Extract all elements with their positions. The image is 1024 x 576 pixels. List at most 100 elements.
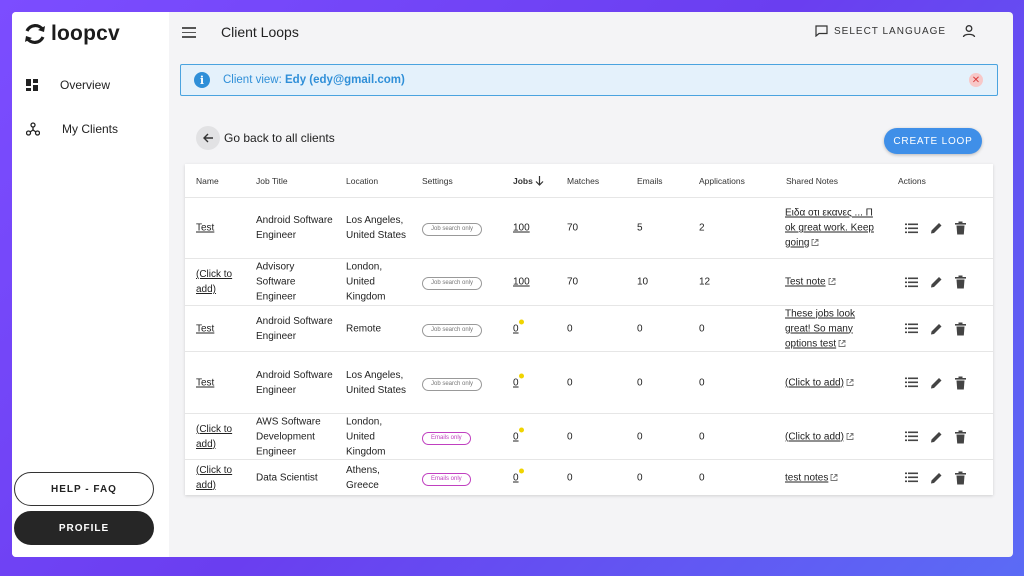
header-matches[interactable]: Matches <box>567 176 599 186</box>
profile-button[interactable]: PROFILE <box>14 511 154 545</box>
settings-tag: Job search only <box>422 377 483 391</box>
header-name[interactable]: Name <box>196 176 219 186</box>
row-actions <box>905 322 978 335</box>
header-location[interactable]: Location <box>346 176 378 186</box>
jobs-count[interactable]: 0 <box>513 472 519 483</box>
close-icon[interactable]: ✕ <box>969 73 983 87</box>
sidebar-item-overview[interactable]: Overview <box>26 78 110 92</box>
shared-note-link[interactable]: (Click to add) <box>785 377 844 388</box>
row-actions <box>905 430 978 443</box>
jobs-count[interactable]: 0 <box>513 431 519 442</box>
row-jobs[interactable]: 100 <box>513 275 530 290</box>
row-applications: 12 <box>699 276 711 288</box>
table-row: Test Android Software Engineer Los Angel… <box>185 198 993 259</box>
dashboard-icon <box>26 79 38 91</box>
row-shared-notes[interactable]: test notes <box>785 470 881 485</box>
row-jobs[interactable]: 0 <box>513 427 524 444</box>
list-icon[interactable] <box>905 431 918 442</box>
client-loops-table: Name Job Title Location Settings Jobs Ma… <box>185 164 993 495</box>
sidebar: loopcv Overview My Clients HELP - FAQ PR… <box>12 12 169 557</box>
row-shared-notes[interactable]: (Click to add) <box>785 429 881 444</box>
select-language-button[interactable]: SELECT LANGUAGE <box>815 25 946 37</box>
row-matches: 0 <box>567 377 573 388</box>
row-location: Remote <box>346 323 382 334</box>
user-icon[interactable] <box>962 24 976 43</box>
row-jobs[interactable]: 0 <box>513 373 524 390</box>
list-icon[interactable] <box>905 472 918 483</box>
row-settings: Job search only <box>422 220 483 236</box>
list-icon[interactable] <box>905 323 918 334</box>
pending-dot-icon <box>518 373 524 378</box>
header-settings[interactable]: Settings <box>422 176 453 186</box>
row-applications: 0 <box>699 472 705 483</box>
row-applications: 0 <box>699 431 705 442</box>
create-loop-button[interactable]: CREATE LOOP <box>884 128 982 154</box>
shared-note-link[interactable]: (Click to add) <box>785 431 844 442</box>
sidebar-item-my-clients[interactable]: My Clients <box>26 122 118 136</box>
row-name[interactable]: Test <box>196 375 248 390</box>
delete-icon[interactable] <box>955 322 966 335</box>
table-header: Name Job Title Location Settings Jobs Ma… <box>185 164 993 198</box>
row-name[interactable]: Test <box>196 321 248 336</box>
edit-icon[interactable] <box>930 471 943 484</box>
row-location: Los Angeles, United States <box>346 369 407 396</box>
shared-note-link[interactable]: Ειδα οτι εκανες ... Π ok great work. Kee… <box>785 208 874 249</box>
row-jobs[interactable]: 0 <box>513 468 524 485</box>
row-shared-notes[interactable]: These jobs look great! So many options t… <box>785 306 881 351</box>
edit-icon[interactable] <box>930 322 943 335</box>
table-row: Test Android Software Engineer Remote Jo… <box>185 306 993 352</box>
row-jobs[interactable]: 0 <box>513 319 524 336</box>
help-faq-button[interactable]: HELP - FAQ <box>14 472 154 506</box>
delete-icon[interactable] <box>955 471 966 484</box>
back-to-clients-link[interactable]: Go back to all clients <box>196 126 335 150</box>
header-emails[interactable]: Emails <box>637 176 663 186</box>
header-applications[interactable]: Applications <box>699 176 745 186</box>
edit-icon[interactable] <box>930 276 943 289</box>
delete-icon[interactable] <box>955 376 966 389</box>
row-matches: 70 <box>567 276 579 288</box>
row-applications: 0 <box>699 323 705 334</box>
settings-tag: Emails only <box>422 431 471 445</box>
edit-icon[interactable] <box>930 222 943 235</box>
table-row: (Click to add) AWS Software Development … <box>185 414 993 460</box>
shared-note-link[interactable]: test notes <box>785 472 828 483</box>
row-location: Athens, Greece <box>346 464 380 491</box>
menu-icon[interactable] <box>182 27 196 41</box>
row-name[interactable]: (Click to add) <box>196 267 248 297</box>
jobs-count[interactable]: 0 <box>513 323 519 334</box>
header-jobs-sort[interactable]: Jobs <box>513 176 544 186</box>
row-shared-notes[interactable]: (Click to add) <box>785 375 881 390</box>
list-icon[interactable] <box>905 277 918 287</box>
row-emails: 0 <box>637 431 643 442</box>
header-job-title[interactable]: Job Title <box>256 176 288 186</box>
external-link-icon <box>838 339 846 347</box>
pending-dot-icon <box>518 468 524 473</box>
header-jobs: Jobs <box>513 176 533 186</box>
list-icon[interactable] <box>905 223 918 233</box>
list-icon[interactable] <box>905 377 918 388</box>
jobs-count[interactable]: 100 <box>513 277 530 288</box>
row-name[interactable]: Test <box>196 221 248 236</box>
row-location: Los Angeles, United States <box>346 215 407 241</box>
logo[interactable]: loopcv <box>23 22 120 46</box>
row-job-title: Android Software Engineer <box>256 315 333 342</box>
delete-icon[interactable] <box>955 221 966 235</box>
jobs-count[interactable]: 100 <box>513 223 530 234</box>
jobs-count[interactable]: 0 <box>513 377 519 388</box>
row-emails: 0 <box>637 377 643 388</box>
edit-icon[interactable] <box>930 430 943 443</box>
row-name[interactable]: (Click to add) <box>196 422 248 452</box>
shared-note-link[interactable]: Test note <box>785 277 826 288</box>
app-window: loopcv Overview My Clients HELP - FAQ PR… <box>12 12 1013 557</box>
delete-icon[interactable] <box>955 275 966 289</box>
header-actions: Actions <box>898 176 926 186</box>
row-shared-notes[interactable]: Ειδα οτι εκανες ... Π ok great work. Kee… <box>785 206 881 251</box>
edit-icon[interactable] <box>930 376 943 389</box>
row-matches: 0 <box>567 472 573 483</box>
row-name[interactable]: (Click to add) <box>196 463 248 493</box>
delete-icon[interactable] <box>955 430 966 443</box>
header-shared-notes[interactable]: Shared Notes <box>786 176 838 186</box>
row-jobs[interactable]: 100 <box>513 221 530 236</box>
external-link-icon <box>812 239 819 247</box>
row-shared-notes[interactable]: Test note <box>785 275 881 290</box>
